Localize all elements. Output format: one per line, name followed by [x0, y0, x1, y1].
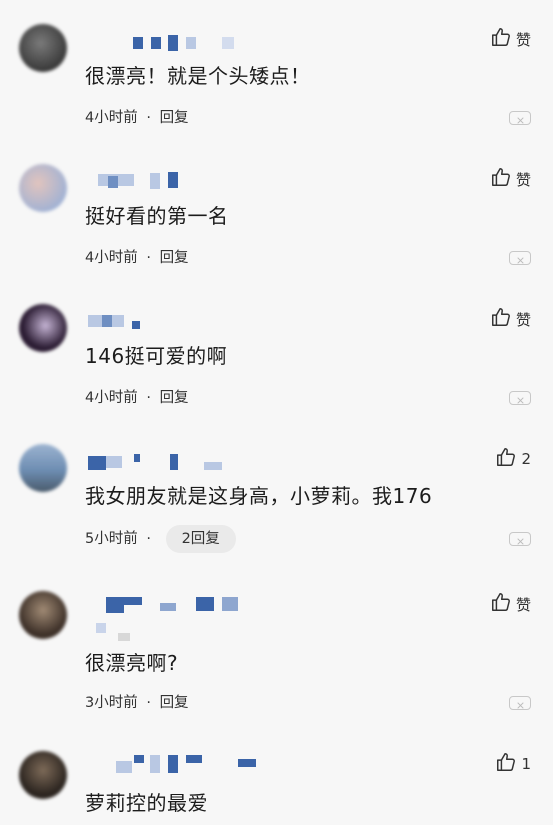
- separator: ·: [146, 250, 151, 266]
- timestamp: 5小时前: [85, 531, 138, 547]
- replies-count-button[interactable]: 2回复: [165, 525, 236, 553]
- comment-text: 很漂亮！就是个头矮点！: [85, 64, 311, 88]
- dismiss-button[interactable]: [509, 696, 531, 710]
- thumbs-up-icon: [495, 751, 517, 777]
- blurred-username[interactable]: [88, 597, 248, 641]
- dismiss-button[interactable]: [509, 532, 531, 546]
- blurred-username[interactable]: [88, 33, 248, 51]
- separator: ·: [146, 695, 151, 711]
- like-button[interactable]: 赞: [490, 591, 531, 617]
- timestamp: 4小时前: [85, 250, 138, 266]
- comment-meta: 4小时前 · 回复: [85, 108, 189, 128]
- like-count: 2: [521, 450, 531, 468]
- dismiss-button[interactable]: [509, 111, 531, 125]
- thumbs-up-icon: [490, 26, 512, 52]
- thumbs-up-icon: [490, 306, 512, 332]
- thumbs-up-icon: [495, 446, 517, 472]
- comment-meta: 5小时前 · 2回复: [85, 525, 236, 553]
- thumbs-up-icon: [490, 166, 512, 192]
- close-icon: [516, 694, 524, 713]
- blurred-username[interactable]: [88, 312, 168, 330]
- timestamp: 4小时前: [85, 110, 138, 126]
- like-button[interactable]: 1: [495, 751, 531, 777]
- like-button[interactable]: 赞: [490, 166, 531, 192]
- thumbs-up-icon: [490, 591, 512, 617]
- like-count: 1: [521, 755, 531, 773]
- like-button[interactable]: 2: [495, 446, 531, 472]
- avatar[interactable]: [19, 751, 67, 799]
- blurred-username[interactable]: [88, 170, 208, 189]
- avatar[interactable]: [19, 24, 67, 72]
- comment-text: 146挺可爱的啊: [85, 344, 228, 368]
- avatar[interactable]: [19, 444, 67, 492]
- close-icon: [516, 389, 524, 408]
- avatar[interactable]: [19, 591, 67, 639]
- reply-button[interactable]: 回复: [160, 250, 189, 266]
- like-button[interactable]: 赞: [490, 306, 531, 332]
- separator: ·: [146, 390, 151, 406]
- comment-meta: 4小时前 · 回复: [85, 248, 189, 268]
- comment-list: 很漂亮！就是个头矮点！ 4小时前 · 回复 赞 挺好看的第一名 4小时前 · 回…: [0, 0, 553, 825]
- close-icon: [516, 530, 524, 549]
- avatar[interactable]: [19, 164, 67, 212]
- comment-text: 挺好看的第一名: [85, 204, 229, 228]
- comment-text: 我女朋友就是这身高，小萝莉。我176: [85, 484, 433, 508]
- separator: ·: [146, 531, 151, 547]
- dismiss-button[interactable]: [509, 251, 531, 265]
- like-label: 赞: [515, 170, 531, 189]
- reply-button[interactable]: 回复: [160, 390, 189, 406]
- blurred-username[interactable]: [88, 755, 258, 773]
- timestamp: 3小时前: [85, 695, 138, 711]
- comment-meta: 3小时前 · 回复: [85, 693, 189, 713]
- separator: ·: [146, 110, 151, 126]
- like-label: 赞: [515, 310, 531, 329]
- blurred-username[interactable]: [88, 454, 228, 472]
- like-label: 赞: [515, 30, 531, 49]
- timestamp: 4小时前: [85, 390, 138, 406]
- comment-text: 萝莉控的最爱: [85, 791, 208, 815]
- dismiss-button[interactable]: [509, 391, 531, 405]
- like-label: 赞: [515, 595, 531, 614]
- close-icon: [516, 249, 524, 268]
- close-icon: [516, 109, 524, 128]
- like-button[interactable]: 赞: [490, 26, 531, 52]
- reply-button[interactable]: 回复: [160, 695, 189, 711]
- avatar[interactable]: [19, 304, 67, 352]
- comment-text: 很漂亮啊?: [85, 651, 179, 675]
- comment-meta: 4小时前 · 回复: [85, 388, 189, 408]
- reply-button[interactable]: 回复: [160, 110, 189, 126]
